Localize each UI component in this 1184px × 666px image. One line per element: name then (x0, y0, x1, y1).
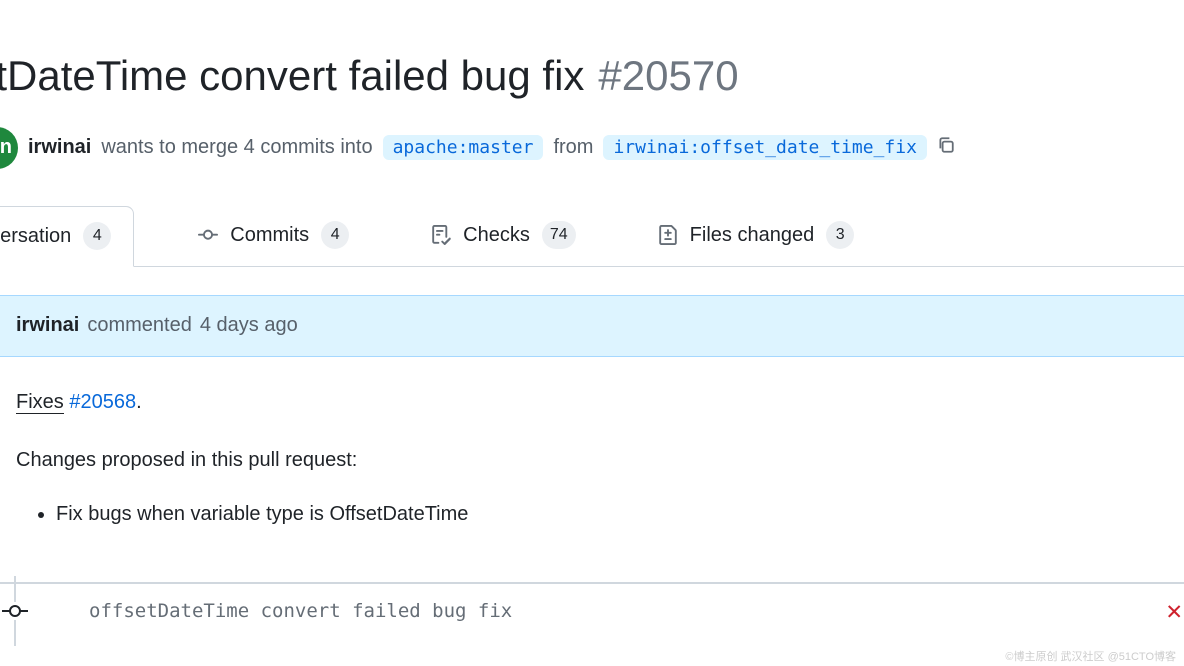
copy-icon[interactable] (937, 136, 955, 160)
base-branch[interactable]: apache:master (383, 135, 544, 160)
checklist-icon (431, 225, 451, 245)
tab-conversation[interactable]: nversation 4 (0, 206, 134, 267)
change-bullet: Fix bugs when variable type is OffsetDat… (56, 497, 1168, 531)
pr-title: etDateTime convert failed bug fix (0, 50, 584, 103)
pr-meta-row: n irwinai wants to merge 4 commits into … (0, 127, 1184, 169)
comment-action: commented (87, 314, 192, 337)
fixes-line: Fixes #20568. (16, 385, 1168, 419)
commit-message[interactable]: offsetDateTime convert failed bug fix (89, 600, 512, 622)
comment-author[interactable]: irwinai (16, 314, 79, 337)
comment-header: irwinai commented 4 days ago (0, 295, 1184, 357)
tab-checks[interactable]: Checks 74 (413, 205, 594, 266)
head-branch[interactable]: irwinai:offset_date_time_fix (603, 135, 926, 160)
pr-author[interactable]: irwinai (28, 136, 91, 159)
commits-count: 4 (321, 221, 349, 249)
file-diff-icon (658, 225, 678, 245)
from-text: from (553, 136, 593, 159)
watermark: ©博主原创 武汉社区 @51CTO博客 (1005, 648, 1176, 664)
git-commit-icon (9, 605, 21, 617)
files-count: 3 (826, 221, 854, 249)
tab-files-changed[interactable]: Files changed 3 (640, 205, 873, 266)
comment-body: Fixes #20568. Changes proposed in this p… (0, 357, 1184, 561)
pr-tabs: nversation 4 Commits 4 Checks 74 Files c… (0, 205, 1184, 267)
merge-text: wants to merge 4 commits into (101, 136, 372, 159)
tab-commits[interactable]: Commits 4 (180, 205, 367, 266)
checks-count: 74 (542, 221, 576, 249)
changes-heading: Changes proposed in this pull request: (16, 443, 1168, 477)
conversation-count: 4 (83, 222, 111, 250)
timeline-commit-row[interactable]: offsetDateTime convert failed bug fix ✕ (0, 582, 1184, 638)
fixes-link[interactable]: #20568 (69, 391, 136, 413)
close-icon[interactable]: ✕ (1166, 596, 1182, 626)
comment-time[interactable]: 4 days ago (200, 314, 298, 337)
pr-number: #20570 (598, 50, 738, 103)
pr-title-row: etDateTime convert failed bug fix #20570 (0, 50, 1184, 103)
state-badge-open: n (0, 127, 18, 169)
git-commit-icon (198, 225, 218, 245)
